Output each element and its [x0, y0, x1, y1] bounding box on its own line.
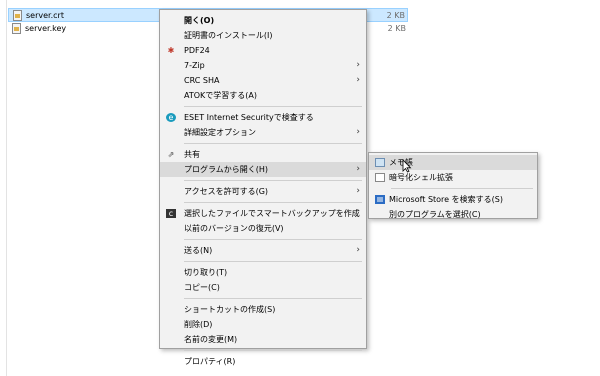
menu-item-label: Microsoft Store を検索する(S) [389, 195, 503, 204]
notepad-icon [375, 158, 385, 167]
menu-item-share[interactable]: ⇗ 共有 [160, 147, 366, 162]
menu-item-label: 暗号化シェル拡張 [389, 173, 453, 182]
menu-item-label: 別のプログラムを選択(C) [389, 210, 481, 219]
pdf24-icon: ✱ [167, 46, 175, 55]
submenu-item-notepad[interactable]: メモ帳 [369, 155, 537, 170]
certificate-file-icon [13, 9, 22, 21]
menu-item-rename[interactable]: 名前の変更(M) [160, 332, 366, 347]
menu-item-label: CRC SHA [184, 76, 220, 85]
menu-separator [184, 202, 362, 203]
menu-item-label: ショートカットの作成(S) [184, 305, 276, 314]
menu-item-give-access[interactable]: アクセスを許可する(G) › [160, 184, 366, 199]
menu-separator [184, 239, 362, 240]
menu-item-label: コピー(C) [184, 283, 220, 292]
menu-item-install-certificate[interactable]: 証明書のインストール(I) [160, 28, 366, 43]
menu-item-label: 送る(N) [184, 246, 213, 255]
menu-item-open[interactable]: 開く(O) [160, 13, 366, 28]
store-icon [375, 195, 385, 204]
file-name: server.crt [26, 10, 64, 20]
menu-item-atok[interactable]: ATOKで学習する(A) [160, 88, 366, 103]
menu-item-crc-sha[interactable]: CRC SHA › [160, 73, 366, 88]
key-file-icon [12, 22, 21, 34]
file-size: 2 KB [386, 10, 405, 20]
menu-item-label: 削除(D) [184, 320, 213, 329]
file-name: server.key [25, 23, 67, 33]
menu-item-open-with[interactable]: プログラムから開く(H) › [160, 162, 366, 177]
menu-separator [391, 188, 533, 189]
document-icon [375, 173, 385, 182]
menu-item-cut[interactable]: 切り取り(T) [160, 265, 366, 280]
menu-item-label: アクセスを許可する(G) [184, 187, 269, 196]
menu-item-label: 詳細設定オプション [184, 128, 256, 137]
menu-item-properties[interactable]: プロパティ(R) [160, 354, 366, 369]
menu-item-label: 証明書のインストール(I) [184, 31, 273, 40]
menu-item-label: 選択したファイルでスマートバックアップを作成 [184, 209, 360, 218]
chevron-right-icon: › [356, 164, 360, 174]
context-menu: 開く(O) 証明書のインストール(I) ✱ PDF24 7-Zip › CRC SH… [159, 9, 367, 366]
menu-separator [184, 106, 362, 107]
menu-item-label: 7-Zip [184, 61, 205, 70]
menu-item-pdf24[interactable]: ✱ PDF24 [160, 43, 366, 58]
chevron-right-icon: › [356, 245, 360, 255]
menu-separator [184, 261, 362, 262]
menu-item-copy[interactable]: コピー(C) [160, 280, 366, 295]
navigation-pane-edge [0, 0, 7, 376]
submenu-item-choose-other[interactable]: 別のプログラムを選択(C) [369, 207, 537, 222]
menu-separator [184, 298, 362, 299]
menu-item-send-to[interactable]: 送る(N) › [160, 243, 366, 258]
chevron-right-icon: › [356, 127, 360, 137]
menu-item-7zip[interactable]: 7-Zip › [160, 58, 366, 73]
menu-item-label: 開く(O) [184, 16, 215, 25]
menu-item-smart-backup[interactable]: c 選択したファイルでスマートバックアップを作成 [160, 206, 366, 221]
open-with-submenu: メモ帳 暗号化シェル拡張 Microsoft Store を検索する(S) 別の… [368, 152, 538, 219]
chevron-right-icon: › [356, 60, 360, 70]
menu-item-label: ESET Internet Securityで検査する [184, 113, 314, 122]
menu-separator [184, 143, 362, 144]
menu-item-label: 切り取り(T) [184, 268, 228, 277]
chevron-right-icon: › [356, 186, 360, 196]
backup-icon: c [166, 209, 176, 218]
menu-item-eset-scan[interactable]: e ESET Internet Securityで検査する [160, 110, 366, 125]
menu-separator [184, 180, 362, 181]
mouse-cursor-icon [402, 159, 412, 173]
menu-item-label: 名前の変更(M) [184, 335, 238, 344]
menu-item-eset-advanced[interactable]: 詳細設定オプション › [160, 125, 366, 140]
menu-item-label: プロパティ(R) [184, 357, 236, 366]
menu-item-restore-versions[interactable]: 以前のバージョンの復元(V) [160, 221, 366, 236]
eset-icon: e [166, 113, 176, 122]
menu-item-label: 共有 [184, 150, 200, 159]
menu-item-create-shortcut[interactable]: ショートカットの作成(S) [160, 302, 366, 317]
file-size: 2 KB [387, 23, 406, 33]
submenu-item-store-search[interactable]: Microsoft Store を検索する(S) [369, 192, 537, 207]
menu-item-label: プログラムから開く(H) [184, 165, 269, 174]
menu-item-label: 以前のバージョンの復元(V) [184, 224, 284, 233]
chevron-right-icon: › [356, 75, 360, 85]
menu-item-label: ATOKで学習する(A) [184, 91, 257, 100]
menu-item-delete[interactable]: 削除(D) [160, 317, 366, 332]
submenu-item-crypto-shell[interactable]: 暗号化シェル拡張 [369, 170, 537, 185]
menu-separator [184, 350, 362, 351]
menu-item-label: PDF24 [184, 46, 210, 55]
share-icon: ⇗ [167, 150, 175, 159]
